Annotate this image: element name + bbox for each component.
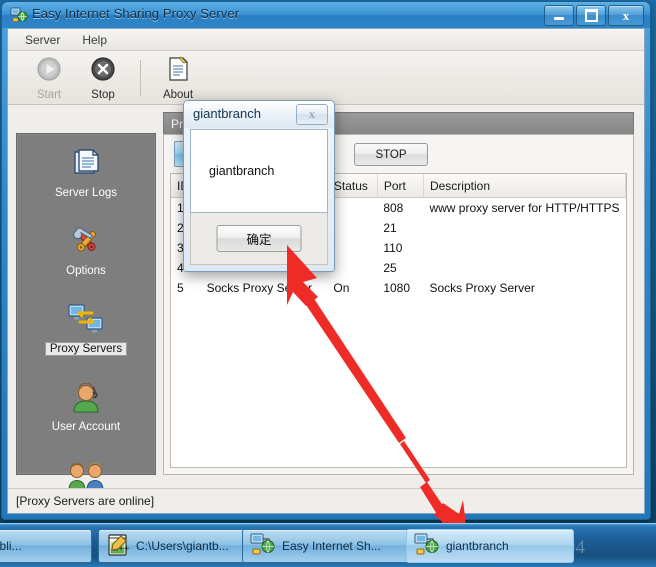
message-dialog: giantbranch x giantbranch 确定 bbox=[183, 100, 335, 272]
taskbar-item-label: giantbranch bbox=[446, 539, 509, 553]
menu-help[interactable]: Help bbox=[73, 31, 116, 49]
cell-name: Socks Proxy Server bbox=[206, 281, 312, 295]
cell-id: 5 bbox=[177, 281, 184, 295]
status-bar: [Proxy Servers are online] bbox=[8, 488, 644, 513]
cell-port: 110 bbox=[383, 241, 403, 255]
sidebar-item-label: Server Logs bbox=[54, 187, 117, 199]
sidebar-item-label: Options bbox=[66, 265, 106, 277]
documents-icon bbox=[68, 147, 104, 184]
maximize-button[interactable] bbox=[576, 5, 606, 26]
sidebar-item-options[interactable]: Options bbox=[17, 212, 155, 290]
taskbar-item-label: Easy Internet Sh... bbox=[282, 539, 381, 553]
cell-status: On bbox=[333, 281, 350, 295]
notepad-icon: п++ bbox=[106, 533, 130, 560]
close-button[interactable]: x bbox=[608, 5, 644, 26]
table-row[interactable]: 5 Socks Proxy Server On 1080 Socks Proxy… bbox=[171, 278, 626, 298]
window-title: Easy Internet Sharing Proxy Server bbox=[32, 6, 240, 21]
cell-description bbox=[423, 218, 625, 238]
about-button-label: About bbox=[162, 88, 194, 101]
minimize-button[interactable] bbox=[544, 5, 574, 26]
dialog-title-bar: giantbranch x bbox=[184, 101, 334, 128]
user-icon bbox=[69, 381, 103, 418]
cell-description: Socks Proxy Server bbox=[429, 281, 535, 295]
tools-icon bbox=[68, 225, 104, 262]
dialog-content: giantbranch bbox=[190, 129, 328, 213]
status-text: [Proxy Servers are online] bbox=[16, 494, 155, 508]
dialog-message: giantbranch bbox=[209, 164, 275, 178]
proxy-server-icon bbox=[414, 532, 440, 561]
proxy-server-icon bbox=[250, 532, 276, 561]
dialog-ok-button[interactable]: 确定 bbox=[216, 225, 302, 252]
cell-port: 21 bbox=[383, 221, 397, 235]
cell-description: www proxy server for HTTP/HTTPS bbox=[429, 201, 620, 215]
title-bar: Easy Internet Sharing Proxy Server x bbox=[2, 2, 650, 28]
proxy-server-icon bbox=[10, 6, 28, 24]
cell-port: 1080 bbox=[383, 281, 411, 295]
taskbar-item-explorer[interactable]: п++ C:\Users\giantb... bbox=[98, 529, 266, 563]
menu-bar: Server Help bbox=[8, 29, 644, 51]
dialog-close-button[interactable]: x bbox=[296, 104, 328, 125]
stop-proxy-button[interactable]: STOP bbox=[354, 143, 428, 166]
taskbar-item-giantbranch[interactable]: giantbranch bbox=[406, 529, 574, 563]
minimize-icon bbox=[554, 17, 564, 20]
menu-server[interactable]: Server bbox=[16, 31, 69, 49]
window-controls: x bbox=[544, 5, 644, 26]
dialog-footer: 确定 bbox=[190, 213, 328, 265]
sidebar-item-label: Proxy Servers bbox=[44, 342, 128, 356]
sidebar-item-label: User Account bbox=[51, 421, 121, 433]
cell-port: 25 bbox=[383, 261, 397, 275]
cell-port: 808 bbox=[383, 201, 404, 215]
stop-button-label: Stop bbox=[91, 88, 115, 101]
column-header-port[interactable]: Port bbox=[377, 174, 424, 198]
sidebar-item-proxy-servers[interactable]: Proxy Servers bbox=[17, 290, 155, 368]
network-proxy-icon bbox=[66, 302, 106, 339]
column-header-description[interactable]: Description bbox=[423, 174, 626, 198]
cell-description bbox=[423, 238, 625, 258]
taskbar-item-label: d • - Subli... bbox=[0, 539, 22, 553]
sidebar-item-user-account[interactable]: User Account bbox=[17, 368, 155, 446]
close-icon: x bbox=[309, 107, 315, 121]
maximize-icon bbox=[584, 9, 598, 22]
dialog-title: giantbranch bbox=[193, 106, 261, 121]
stop-button[interactable]: Stop bbox=[76, 55, 130, 101]
cell-description bbox=[423, 258, 625, 278]
about-button[interactable]: About bbox=[151, 55, 205, 101]
stop-icon bbox=[89, 55, 117, 88]
about-document-icon bbox=[164, 55, 192, 88]
play-icon bbox=[35, 55, 63, 88]
close-icon: x bbox=[622, 8, 630, 23]
toolbar-separator bbox=[140, 59, 141, 96]
sidebar: Server Logs Options Proxy Servers User A… bbox=[16, 133, 156, 511]
start-button-label: Start bbox=[36, 88, 62, 101]
taskbar: http://blog.csdn.net/u012763794 d • - Su… bbox=[0, 523, 656, 567]
taskbar-item-label: C:\Users\giantb... bbox=[136, 539, 229, 553]
taskbar-item-sublime[interactable]: d • - Subli... bbox=[0, 529, 92, 563]
sidebar-item-server-logs[interactable]: Server Logs bbox=[17, 134, 155, 212]
toolbar: Start Stop About bbox=[8, 51, 644, 105]
start-button[interactable]: Start bbox=[22, 55, 76, 101]
taskbar-item-easy-internet-sharing[interactable]: Easy Internet Sh... bbox=[242, 529, 410, 563]
